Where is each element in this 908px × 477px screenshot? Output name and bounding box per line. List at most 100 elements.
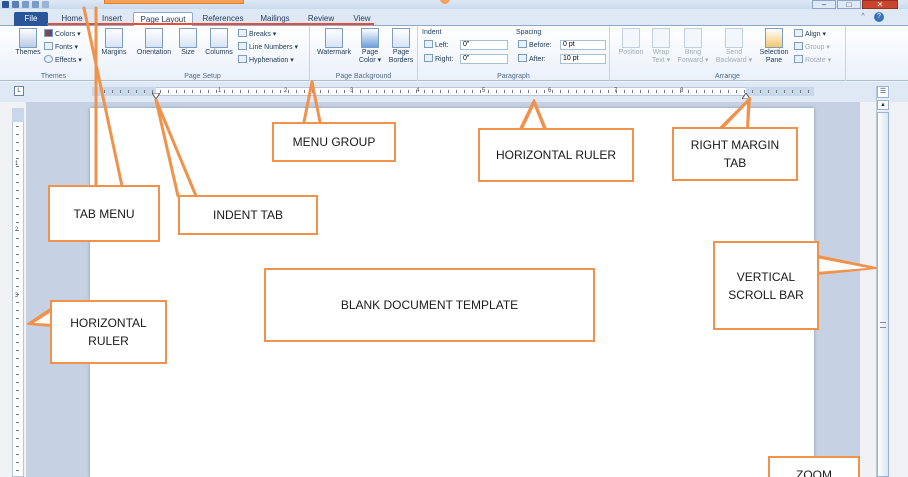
bring-forward-button[interactable]: Bring Forward ▾ xyxy=(676,28,710,65)
quick-access-toolbar xyxy=(2,0,49,9)
margins-button[interactable]: Margins xyxy=(98,28,130,57)
vertical-ruler-number: 1 xyxy=(15,161,19,167)
minimize-button[interactable]: – xyxy=(812,0,836,9)
ruler-tick xyxy=(560,90,561,93)
breaks-button[interactable]: Breaks ▾ xyxy=(238,29,276,40)
line-numbers-button[interactable]: Line Numbers ▾ xyxy=(238,42,298,53)
ruler-marks: 1 2 3 4 5 6 7 8 xyxy=(0,87,908,96)
callout-zoom: ZOOM xyxy=(768,456,860,477)
ruler-tick xyxy=(432,90,433,93)
wrap-text-button[interactable]: Wrap Text ▾ xyxy=(648,28,674,65)
effects-label: Effects ▾ xyxy=(55,57,82,64)
ruler-tick xyxy=(568,90,569,93)
callout-blank-document-template: BLANK DOCUMENT TEMPLATE xyxy=(264,268,595,342)
align-icon xyxy=(794,29,803,37)
selection-pane-button[interactable]: Selection Pane xyxy=(756,28,792,65)
position-button[interactable]: Position xyxy=(614,28,648,57)
ruler-tick xyxy=(232,90,233,93)
selection-pane-label: Selection Pane xyxy=(759,49,789,64)
minimize-ribbon-icon[interactable]: ^ xyxy=(858,12,868,22)
scroll-up-button[interactable]: ▲ xyxy=(877,100,889,110)
ribbon: Themes Colors ▾ Fonts ▾ Effects ▾ Themes… xyxy=(0,26,908,81)
colors-label: Colors ▾ xyxy=(55,31,81,38)
tab-underline-annotation xyxy=(47,23,374,25)
ruler-tick xyxy=(184,90,185,93)
indent-tab-icon[interactable] xyxy=(152,93,160,99)
ruler-toggle-icon[interactable]: ☰ xyxy=(877,86,889,98)
ruler-tick xyxy=(672,90,673,93)
hyphenation-button[interactable]: Hyphenation ▾ xyxy=(238,55,294,66)
ruler-tick xyxy=(416,90,417,93)
ruler-tick xyxy=(128,90,129,93)
callout-vertical-scroll-bar: VERTICAL SCROLL BAR xyxy=(713,241,819,330)
themes-button[interactable]: Themes xyxy=(14,28,42,57)
columns-button[interactable]: Columns xyxy=(202,28,236,57)
indent-left-field[interactable]: 0" xyxy=(460,40,508,50)
save-icon[interactable] xyxy=(12,1,19,8)
ruler-number: 6 xyxy=(548,88,552,94)
orientation-label: Orientation xyxy=(136,49,172,56)
send-backward-button[interactable]: Send Backward ▾ xyxy=(714,28,754,65)
ruler-tick xyxy=(528,90,529,93)
rotate-icon xyxy=(794,55,803,63)
effects-button[interactable]: Effects ▾ xyxy=(44,55,82,66)
tab-file[interactable]: File xyxy=(14,12,48,26)
align-button[interactable]: Align ▾ xyxy=(794,29,826,40)
undo-icon[interactable] xyxy=(22,1,29,8)
colors-button[interactable]: Colors ▾ xyxy=(44,29,81,40)
close-button[interactable]: ✕ xyxy=(862,0,898,9)
columns-label: Columns xyxy=(205,49,233,56)
vertical-ruler-tick xyxy=(16,294,19,295)
vertical-ruler-tick xyxy=(16,246,19,247)
vertical-ruler-tick xyxy=(16,302,19,303)
rotate-button[interactable]: Rotate ▾ xyxy=(794,55,831,66)
spacing-after-field[interactable]: 10 pt xyxy=(560,54,606,64)
orientation-button[interactable]: Orientation xyxy=(132,28,176,57)
size-button[interactable]: Size xyxy=(176,28,200,57)
ruler-tick xyxy=(96,90,97,93)
ruler-tick xyxy=(648,90,649,93)
callout-horizontal-ruler-left: HORIZONTAL RULER xyxy=(50,300,167,364)
ruler-tick xyxy=(296,90,297,93)
scroll-thumb[interactable] xyxy=(877,112,889,477)
ruler-tick xyxy=(808,90,809,93)
indent-right-field[interactable]: 0" xyxy=(460,54,508,64)
page-borders-button[interactable]: Page Borders xyxy=(386,28,416,65)
spacing-before-field[interactable]: 0 pt xyxy=(560,40,606,50)
hyphenation-label: Hyphenation ▾ xyxy=(249,57,294,64)
page-color-button[interactable]: Page Color ▾ xyxy=(356,28,384,65)
group-label-arrange: Arrange xyxy=(715,73,740,80)
vertical-ruler-tick xyxy=(16,158,19,159)
ruler-tick xyxy=(512,90,513,93)
bring-forward-label: Bring Forward ▾ xyxy=(677,49,709,64)
ruler-tick xyxy=(392,90,393,93)
selection-pane-icon xyxy=(765,28,783,48)
vertical-ruler-tick xyxy=(16,334,19,335)
page-color-label: Page Color ▾ xyxy=(358,49,382,64)
ribbon-help-area: ^ ? xyxy=(858,12,884,22)
ruler-tick xyxy=(368,90,369,93)
ruler-tick xyxy=(176,90,177,93)
vertical-ruler-tick xyxy=(16,310,19,311)
fonts-button[interactable]: Fonts ▾ xyxy=(44,42,78,53)
maximize-button[interactable]: □ xyxy=(837,0,861,9)
hyphenation-icon xyxy=(238,55,247,63)
ruler-tick xyxy=(360,90,361,93)
size-label: Size xyxy=(181,49,195,56)
ruler-tick xyxy=(720,90,721,93)
scroll-grip-icon xyxy=(880,322,886,328)
ruler-tick xyxy=(776,90,777,93)
group-button[interactable]: Group ▾ xyxy=(794,42,830,53)
line-numbers-label: Line Numbers ▾ xyxy=(249,44,299,51)
redo-icon[interactable] xyxy=(32,1,39,8)
help-icon[interactable]: ? xyxy=(874,12,884,22)
watermark-button[interactable]: Watermark xyxy=(314,28,354,57)
group-label-page-setup: Page Setup xyxy=(184,73,221,80)
vertical-ruler-tick xyxy=(16,430,19,431)
customize-icon[interactable] xyxy=(42,1,49,8)
ruler-number: 5 xyxy=(482,88,486,94)
ruler-tick xyxy=(760,90,761,93)
ruler-tick xyxy=(712,90,713,93)
right-margin-tab-icon[interactable] xyxy=(742,93,750,99)
margins-label: Margins xyxy=(101,49,127,56)
